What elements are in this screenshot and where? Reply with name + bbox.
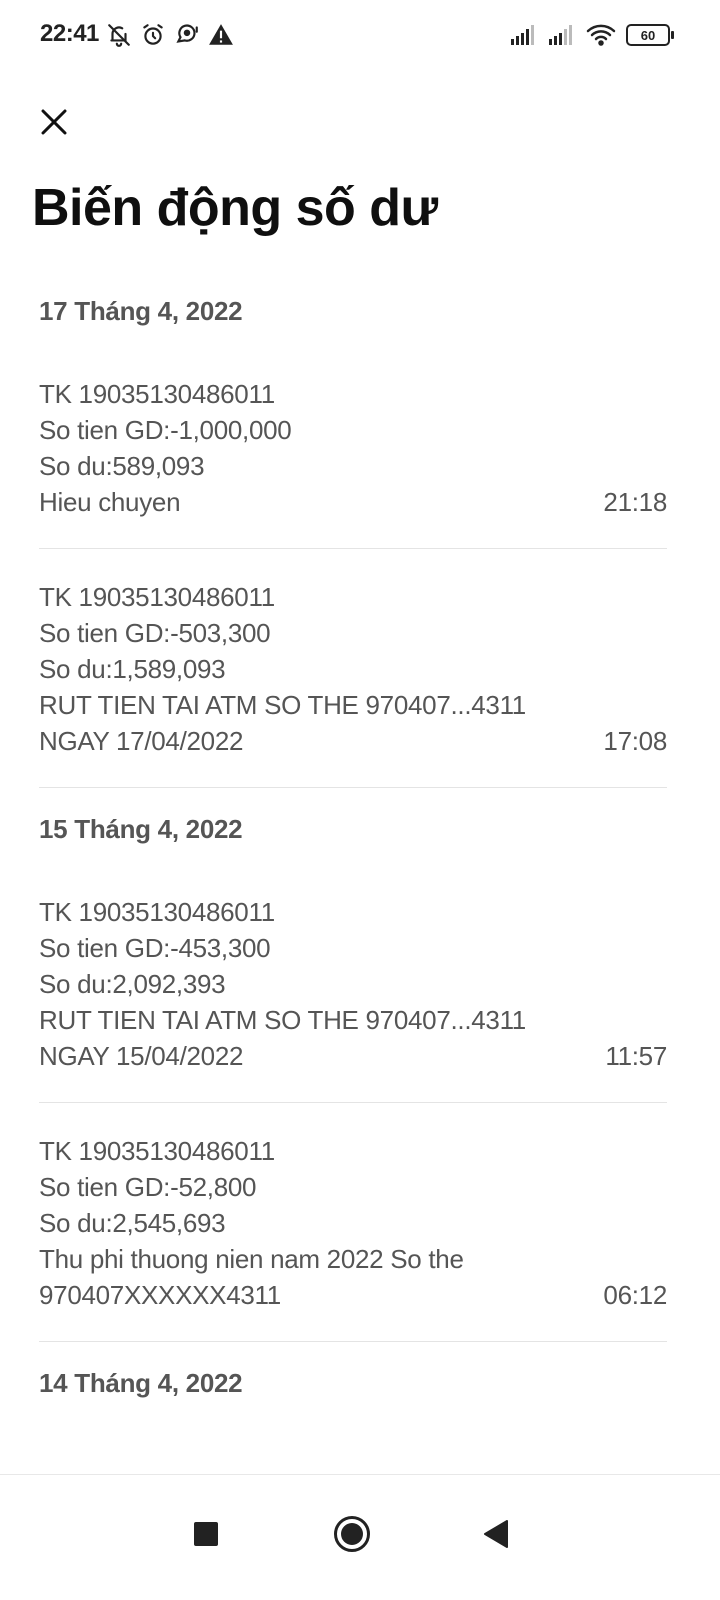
signal-icon bbox=[510, 24, 538, 46]
tx-amount: So tien GD:-1,000,000 bbox=[39, 415, 292, 445]
signal-icon-2 bbox=[548, 24, 576, 46]
bell-off-icon bbox=[106, 22, 132, 48]
battery-icon: 60 bbox=[626, 24, 674, 46]
tx-balance: So du:1,589,093 bbox=[39, 654, 226, 684]
tx-time: 17:08 bbox=[603, 726, 667, 756]
home-button[interactable] bbox=[317, 1499, 387, 1569]
chat-bubble-icon bbox=[174, 22, 200, 48]
close-icon bbox=[41, 109, 67, 135]
tx-balance: So du:589,093 bbox=[39, 451, 205, 481]
date-header: 17 Tháng 4, 2022 bbox=[39, 296, 243, 326]
navigation-bar bbox=[0, 1474, 720, 1600]
tx-balance: So du:2,092,393 bbox=[39, 969, 226, 999]
status-bar: 22:41 60 bbox=[0, 0, 720, 70]
tx-account: TK 19035130486011 bbox=[39, 582, 275, 612]
tx-description: RUT TIEN TAI ATM SO THE 970407...4311 bbox=[39, 690, 526, 720]
warning-icon bbox=[208, 22, 234, 48]
page-title: Biến động số dư bbox=[32, 179, 438, 237]
status-right-icons: 60 bbox=[510, 20, 674, 50]
tx-time: 21:18 bbox=[603, 487, 667, 517]
square-icon bbox=[194, 1522, 218, 1546]
transaction-item[interactable]: TK 19035130486011 So tien GD:-503,300 So… bbox=[39, 549, 667, 788]
tx-balance: So du:2,545,693 bbox=[39, 1208, 226, 1238]
transaction-item[interactable]: TK 19035130486011 So tien GD:-453,300 So… bbox=[39, 878, 667, 1103]
alarm-icon bbox=[140, 22, 166, 48]
back-button[interactable] bbox=[461, 1499, 531, 1569]
tx-description: Hieu chuyen bbox=[39, 487, 181, 517]
wifi-icon bbox=[586, 23, 616, 47]
close-button[interactable] bbox=[36, 104, 72, 140]
transaction-item[interactable]: TK 19035130486011 So tien GD:-1,000,000 … bbox=[39, 360, 667, 549]
tx-time: 11:57 bbox=[605, 1041, 667, 1071]
tx-description: RUT TIEN TAI ATM SO THE 970407...4311 bbox=[39, 1005, 526, 1035]
date-header: 15 Tháng 4, 2022 bbox=[39, 814, 243, 844]
tx-description-cont: NGAY 17/04/2022 bbox=[39, 726, 244, 756]
transaction-feed[interactable]: 17 Tháng 4, 2022 TK 19035130486011 So ti… bbox=[0, 270, 720, 1475]
tx-account: TK 19035130486011 bbox=[39, 1136, 275, 1166]
status-left-icons bbox=[106, 20, 234, 50]
transaction-item[interactable]: TK 19035130486011 So tien GD:-52,800 So … bbox=[39, 1103, 667, 1342]
tx-description: Thu phi thuong nien nam 2022 So the bbox=[39, 1244, 464, 1274]
tx-account: TK 19035130486011 bbox=[39, 379, 275, 409]
battery-level: 60 bbox=[640, 27, 656, 43]
status-time: 22:41 bbox=[40, 20, 99, 47]
recent-apps-button[interactable] bbox=[171, 1499, 241, 1569]
tx-amount: So tien GD:-503,300 bbox=[39, 618, 271, 648]
tx-amount: So tien GD:-52,800 bbox=[39, 1172, 257, 1202]
circle-icon bbox=[334, 1516, 370, 1552]
tx-amount: So tien GD:-453,300 bbox=[39, 933, 271, 963]
tx-description-cont: 970407XXXXXX4311 bbox=[39, 1280, 281, 1310]
date-header: 14 Tháng 4, 2022 bbox=[39, 1368, 243, 1398]
tx-description-cont: NGAY 15/04/2022 bbox=[39, 1041, 244, 1071]
triangle-back-icon bbox=[484, 1520, 508, 1548]
tx-time: 06:12 bbox=[603, 1280, 667, 1310]
tx-account: TK 19035130486011 bbox=[39, 897, 275, 927]
